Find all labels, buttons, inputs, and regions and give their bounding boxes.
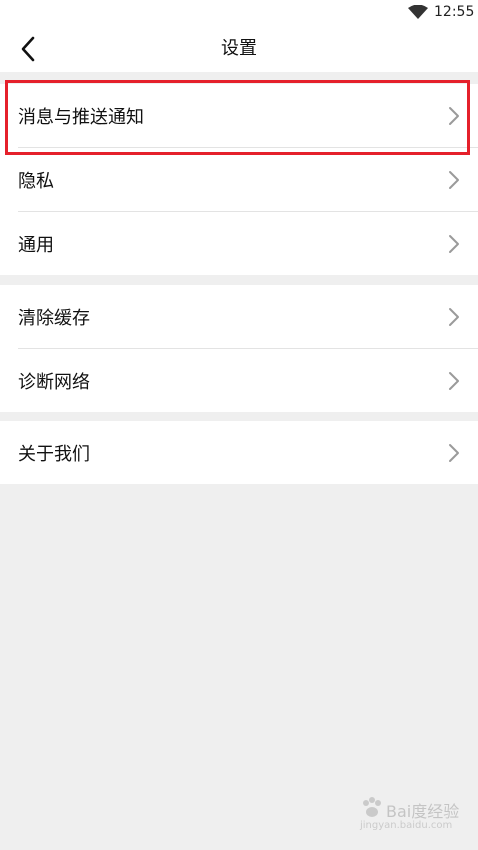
settings-item-label: 关于我们 <box>18 443 90 465</box>
app-header: 设置 <box>0 26 478 72</box>
settings-item-clear-cache[interactable]: 清除缓存 <box>0 285 478 348</box>
settings-item-label: 清除缓存 <box>18 307 90 329</box>
settings-item-general[interactable]: 通用 <box>0 212 478 275</box>
back-arrow-icon <box>21 36 35 62</box>
settings-group-1: 消息与推送通知 隐私 通用 <box>0 84 478 275</box>
settings-item-label: 消息与推送通知 <box>18 106 144 128</box>
page-title: 设置 <box>221 38 257 59</box>
back-button[interactable] <box>10 32 46 66</box>
chevron-right-icon <box>449 372 459 390</box>
settings-item-about-us[interactable]: 关于我们 <box>0 421 478 484</box>
chevron-right-icon <box>449 107 459 125</box>
paw-logo-icon <box>363 797 381 817</box>
status-bar: 12:55 <box>0 0 478 26</box>
watermark-text: Bai度经验 <box>386 802 460 821</box>
wifi-icon <box>408 5 428 19</box>
settings-item-label: 隐私 <box>18 170 54 192</box>
settings-item-label: 诊断网络 <box>18 371 90 393</box>
settings-item-network-diagnosis[interactable]: 诊断网络 <box>0 349 478 412</box>
settings-item-notifications[interactable]: 消息与推送通知 <box>0 84 478 147</box>
chevron-right-icon <box>449 308 459 326</box>
watermark-subtext: jingyan.baidu.com <box>360 820 453 831</box>
header-gap <box>0 72 478 80</box>
chevron-right-icon <box>449 171 459 189</box>
chevron-right-icon <box>449 444 459 462</box>
settings-group-3: 关于我们 <box>0 421 478 484</box>
settings-item-privacy[interactable]: 隐私 <box>0 148 478 211</box>
baidu-jingyan-watermark: Bai度经验 jingyan.baidu.com <box>358 790 468 840</box>
status-time: 12:55 <box>434 4 475 20</box>
settings-group-2: 清除缓存 诊断网络 <box>0 285 478 412</box>
settings-item-label: 通用 <box>18 234 54 256</box>
chevron-right-icon <box>449 235 459 253</box>
